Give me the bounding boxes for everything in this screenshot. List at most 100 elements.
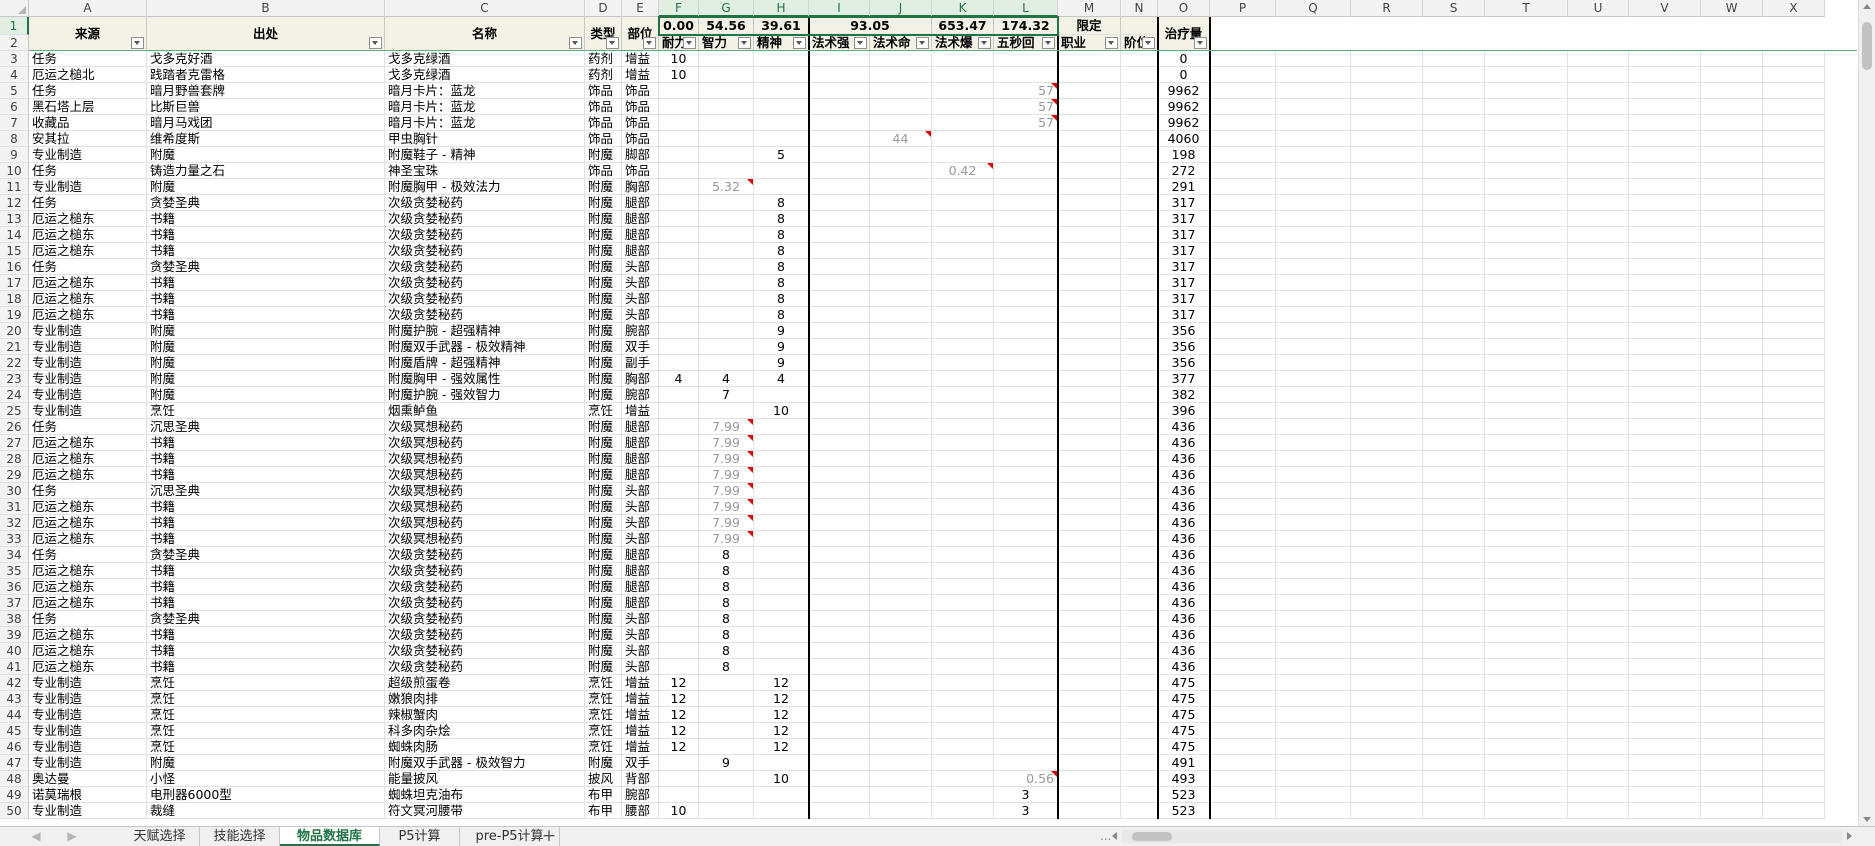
- cell-w[interactable]: [1701, 563, 1763, 579]
- cell-a[interactable]: 厄运之槌东: [29, 467, 147, 483]
- column-header-p[interactable]: P: [1210, 0, 1276, 17]
- cell-b[interactable]: 书籍: [147, 307, 385, 323]
- cell-p[interactable]: [1210, 803, 1276, 819]
- cell-v[interactable]: [1629, 339, 1701, 355]
- cell-s[interactable]: [1423, 227, 1485, 243]
- cell-o[interactable]: 436: [1158, 435, 1210, 451]
- cell-a[interactable]: 专业制造: [29, 339, 147, 355]
- cell-l[interactable]: [994, 451, 1058, 467]
- cell-k[interactable]: [932, 259, 994, 275]
- cell-s[interactable]: [1423, 579, 1485, 595]
- cell-j[interactable]: [870, 707, 932, 723]
- cell-j[interactable]: [870, 435, 932, 451]
- cell-e[interactable]: 腿部: [622, 227, 659, 243]
- cell-f[interactable]: [659, 99, 699, 115]
- cell-g[interactable]: 7.99: [699, 435, 754, 451]
- cell-p[interactable]: [1210, 531, 1276, 547]
- cell-a[interactable]: 专业制造: [29, 675, 147, 691]
- cell-c[interactable]: 附魔胸甲 - 极效法力: [385, 179, 585, 195]
- cell-j[interactable]: [870, 579, 932, 595]
- cell-h[interactable]: [754, 83, 809, 99]
- cell-m[interactable]: [1058, 451, 1121, 467]
- cell-j[interactable]: [870, 771, 932, 787]
- cell-c[interactable]: 暗月卡片：蓝龙: [385, 99, 585, 115]
- cell-a[interactable]: 奥达曼: [29, 771, 147, 787]
- column-header-w[interactable]: W: [1701, 0, 1763, 17]
- cell-k[interactable]: [932, 227, 994, 243]
- cell-n[interactable]: [1121, 611, 1158, 627]
- cell-i[interactable]: [809, 707, 870, 723]
- cell-c[interactable]: 附魔盾牌 - 超强精神: [385, 355, 585, 371]
- cell-o[interactable]: 523: [1158, 787, 1210, 803]
- cell-x[interactable]: [1763, 51, 1825, 67]
- cell-e[interactable]: 腿部: [622, 563, 659, 579]
- filter-dropdown-icon[interactable]: [1142, 37, 1155, 49]
- row-header[interactable]: 17: [0, 275, 29, 291]
- cell-x[interactable]: [1763, 275, 1825, 291]
- cell-e[interactable]: 背部: [622, 771, 659, 787]
- cell-o[interactable]: 436: [1158, 627, 1210, 643]
- cell-b[interactable]: 烹饪: [147, 707, 385, 723]
- cell-d[interactable]: 附魔: [585, 227, 622, 243]
- cell-t[interactable]: [1485, 195, 1568, 211]
- cell-a[interactable]: 专业制造: [29, 387, 147, 403]
- cell-d[interactable]: 饰品: [585, 115, 622, 131]
- cell-l[interactable]: [994, 595, 1058, 611]
- cell-w[interactable]: [1701, 787, 1763, 803]
- cell-l[interactable]: [994, 691, 1058, 707]
- cell-u[interactable]: [1568, 51, 1629, 67]
- cell-o[interactable]: 475: [1158, 739, 1210, 755]
- cell-f[interactable]: [659, 323, 699, 339]
- horizontal-scroll-thumb[interactable]: [1132, 832, 1172, 841]
- cell-e[interactable]: 腿部: [622, 211, 659, 227]
- cell-i[interactable]: [809, 243, 870, 259]
- cell-o[interactable]: 9962: [1158, 115, 1210, 131]
- cell-r[interactable]: [1351, 723, 1423, 739]
- row-header[interactable]: 15: [0, 243, 29, 259]
- cell-m[interactable]: [1058, 259, 1121, 275]
- cell-x[interactable]: [1763, 67, 1825, 83]
- cell-f[interactable]: 10: [659, 51, 699, 67]
- cell-j[interactable]: [870, 499, 932, 515]
- cell-a[interactable]: 任务: [29, 163, 147, 179]
- cell-n[interactable]: [1121, 547, 1158, 563]
- cell-g[interactable]: 8: [699, 659, 754, 675]
- cell-s[interactable]: [1423, 259, 1485, 275]
- cell-p[interactable]: [1210, 291, 1276, 307]
- cell-k[interactable]: [932, 51, 994, 67]
- cell-m[interactable]: [1058, 723, 1121, 739]
- cell-q[interactable]: [1276, 627, 1351, 643]
- cell-f[interactable]: [659, 419, 699, 435]
- cell-t[interactable]: [1485, 627, 1568, 643]
- cell-t[interactable]: [1485, 403, 1568, 419]
- cell-b[interactable]: 沉思圣典: [147, 483, 385, 499]
- cell-n[interactable]: [1121, 691, 1158, 707]
- cell-e[interactable]: 饰品: [622, 83, 659, 99]
- cell-q[interactable]: [1276, 771, 1351, 787]
- cell-x[interactable]: [1763, 595, 1825, 611]
- cell-a[interactable]: 专业制造: [29, 707, 147, 723]
- cell-t[interactable]: [1485, 83, 1568, 99]
- filter-dropdown-icon[interactable]: [569, 37, 582, 49]
- cell-c[interactable]: 次级冥想秘药: [385, 483, 585, 499]
- cell-p[interactable]: [1210, 99, 1276, 115]
- cell-b[interactable]: 附魔: [147, 179, 385, 195]
- cell-m[interactable]: [1058, 275, 1121, 291]
- column-header-c[interactable]: C: [385, 0, 585, 17]
- cell-p[interactable]: [1210, 355, 1276, 371]
- sheet-tab-2[interactable]: 物品数据库: [280, 827, 380, 846]
- cell-a[interactable]: 厄运之槌东: [29, 435, 147, 451]
- cell-s[interactable]: [1423, 803, 1485, 819]
- cell-q[interactable]: [1276, 259, 1351, 275]
- column-header-k[interactable]: K: [932, 0, 994, 17]
- cell-q[interactable]: [1276, 675, 1351, 691]
- cell-i[interactable]: [809, 147, 870, 163]
- cell-e[interactable]: 腿部: [622, 547, 659, 563]
- cell-b[interactable]: 书籍: [147, 275, 385, 291]
- cell-e[interactable]: 胸部: [622, 179, 659, 195]
- filter-dropdown-icon[interactable]: [793, 37, 806, 49]
- cell-t[interactable]: [1485, 643, 1568, 659]
- cell-f[interactable]: [659, 339, 699, 355]
- cell-f[interactable]: [659, 291, 699, 307]
- cell-c[interactable]: 甲虫胸针: [385, 131, 585, 147]
